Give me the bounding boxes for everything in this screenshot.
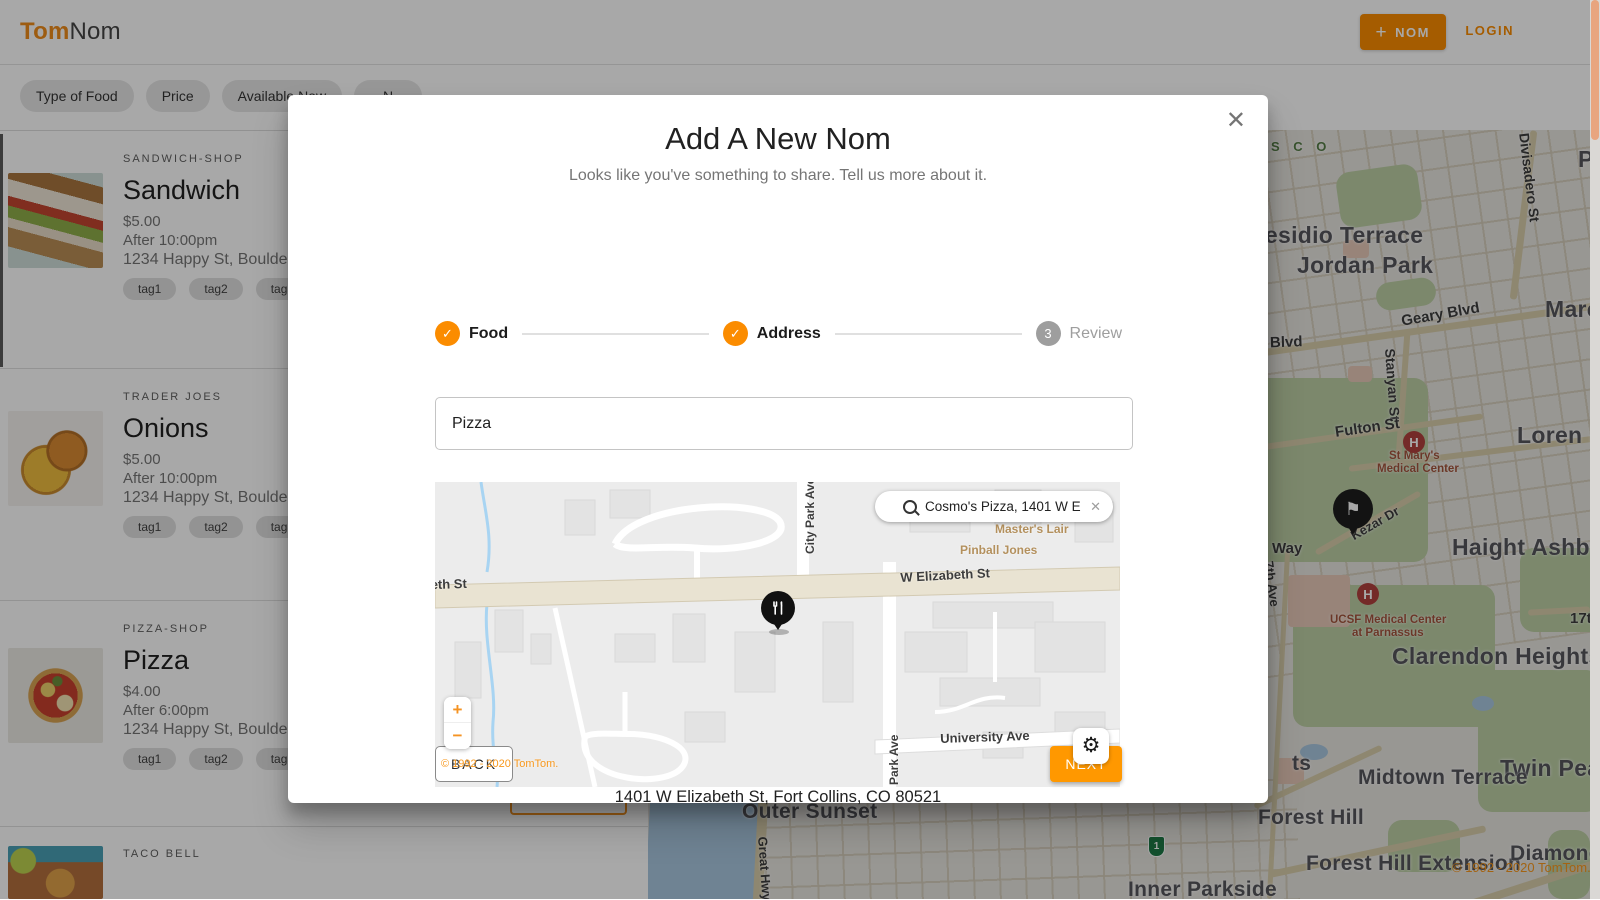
map-settings-gear-button[interactable]: ⚙ (1073, 728, 1109, 764)
search-clear-icon[interactable]: ✕ (1088, 499, 1103, 515)
add-nom-dialog: ✕ Add A New Nom Looks like you've someth… (288, 95, 1268, 806)
dialog-subtitle: Looks like you've something to share. Te… (568, 167, 988, 184)
map-label: University Ave (940, 727, 1030, 746)
address-map[interactable]: W Elizabeth StW Elizabeth StCity Park Av… (435, 482, 1120, 787)
step-connector (834, 332, 1022, 335)
fork-knife-icon (773, 601, 783, 615)
map-label: Park Ave (887, 734, 901, 785)
close-icon[interactable]: ✕ (1220, 105, 1252, 136)
food-name-input[interactable] (435, 397, 1133, 450)
step-label: Address (756, 324, 821, 342)
step-review[interactable]: 3 Review (1035, 321, 1122, 346)
zoom-in-button[interactable]: + (444, 697, 471, 723)
map-label: Pinball Jones (960, 543, 1038, 557)
step-label: Review (1069, 324, 1122, 342)
dialog-title: Add A New Nom (665, 121, 891, 156)
step-label: Food (469, 324, 509, 342)
check-icon: ✓ (435, 321, 460, 346)
search-icon (903, 499, 917, 514)
page-scrollbar[interactable] (1590, 0, 1600, 899)
step-address[interactable]: ✓ Address (722, 321, 821, 346)
check-icon: ✓ (722, 321, 748, 346)
step-food[interactable]: ✓ Food (435, 321, 508, 346)
search-value: Cosmo's Pizza, 1401 W E (925, 499, 1081, 514)
selected-address: 1401 W Elizabeth St, Fort Collins, CO 80… (614, 788, 942, 806)
zoom-out-button[interactable]: − (444, 723, 471, 749)
map-label: © 1992 - 2020 TomTom. (441, 758, 559, 770)
page-scrollbar-thumb[interactable] (1591, 0, 1599, 140)
step-connector (522, 332, 709, 335)
map-zoom-control: + − (444, 697, 471, 749)
map-label: Master's Lair (995, 522, 1069, 536)
restaurant-pin[interactable] (761, 591, 795, 630)
step-number: 3 (1035, 321, 1061, 346)
map-label: City Park Ave (803, 482, 817, 554)
stepper: ✓ Food ✓ Address 3 Review (435, 321, 1122, 346)
map-search-box[interactable]: Cosmo's Pizza, 1401 W E ✕ (875, 491, 1113, 522)
